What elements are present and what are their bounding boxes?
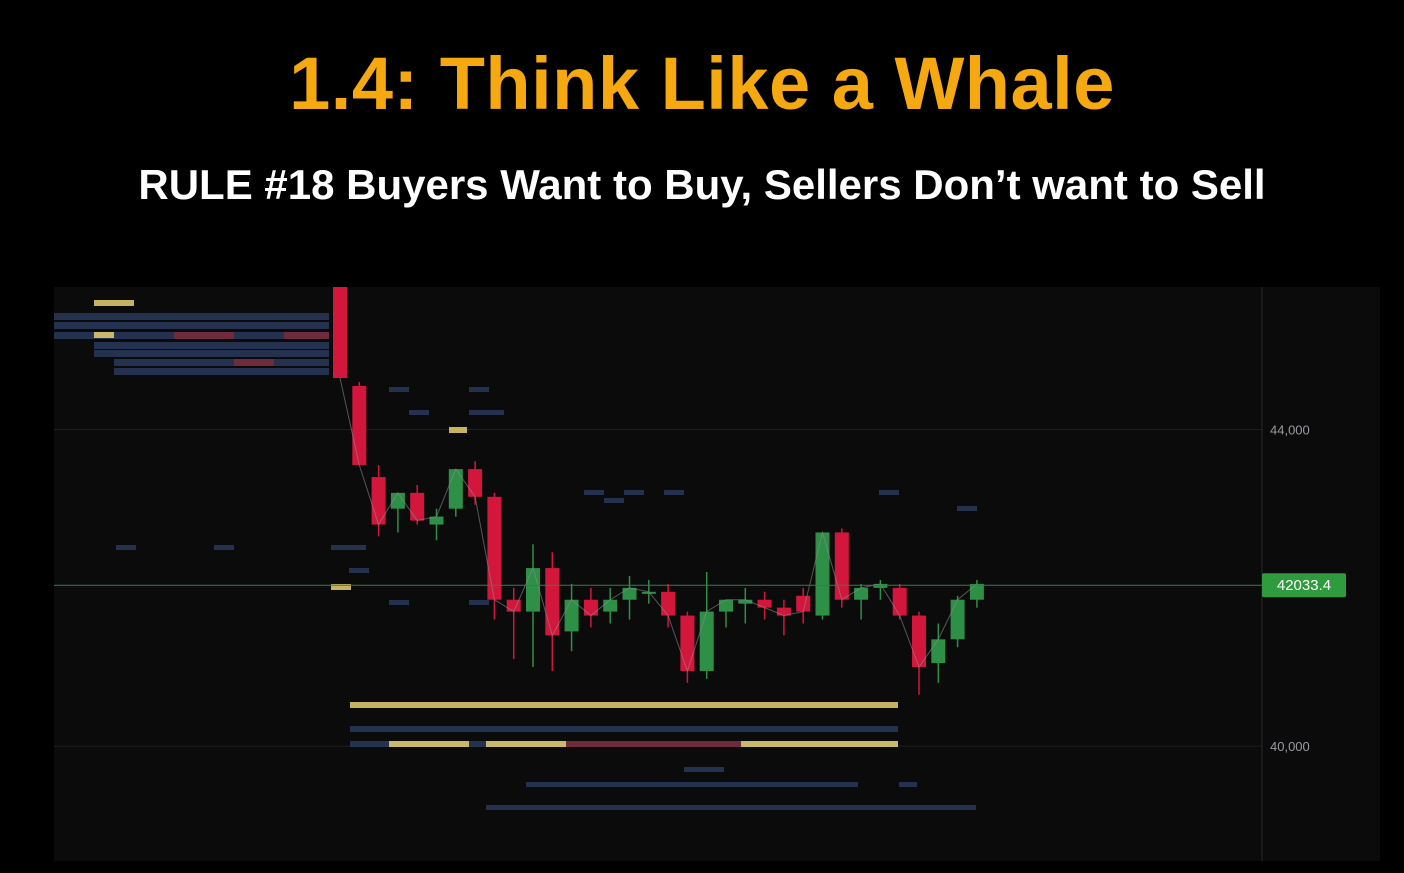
candle-body <box>564 599 579 632</box>
candle-body <box>796 595 811 612</box>
heatmap-bar <box>94 300 134 306</box>
chart-svg: 44,000 40,000 42033.4 <box>54 287 1346 861</box>
candle-body <box>699 611 714 671</box>
heatmap-bar <box>54 313 329 320</box>
heatmap-bar <box>174 332 234 339</box>
heatmap-bar <box>331 545 366 550</box>
candle-body <box>333 287 347 379</box>
heatmap-bar <box>566 741 741 747</box>
y-tick-label: 44,000 <box>1270 423 1310 438</box>
heatmap-bar <box>114 368 329 375</box>
heatmap-bar <box>409 410 429 415</box>
heatmap-bar <box>350 726 898 732</box>
heatmap-bar <box>54 322 329 329</box>
heatmap-bar <box>526 782 858 787</box>
heatmap-bar <box>389 741 469 747</box>
heatmap-bar <box>389 600 409 605</box>
heatmap-bar <box>284 332 329 339</box>
heatmap-bar <box>741 741 898 747</box>
heatmap-bar <box>486 741 566 747</box>
heatmap-bar <box>584 490 604 495</box>
heatmap-bar <box>114 359 329 366</box>
heatmap-bar <box>469 387 489 392</box>
heatmap-bar <box>234 359 274 366</box>
slide-subtitle: RULE #18 Buyers Want to Buy, Sellers Don… <box>138 161 1266 208</box>
slide-title: 1.4: Think Like a Whale <box>289 42 1115 125</box>
candle-body <box>680 615 695 671</box>
candle-body <box>661 591 676 616</box>
heatmap-bar <box>486 805 976 810</box>
candle-body <box>969 583 984 600</box>
candle-body <box>719 599 733 612</box>
heatmap-bar <box>604 498 624 503</box>
heatmap-bar <box>350 702 898 708</box>
candle-body <box>448 469 463 509</box>
heatmap-bar <box>664 490 684 495</box>
candle-body <box>892 587 907 616</box>
candle-body <box>622 587 637 600</box>
current-price-label: 42033.4 <box>1277 577 1331 594</box>
candle-body <box>526 568 540 612</box>
heatmap-bar <box>899 782 917 787</box>
heatmap-bar <box>469 600 489 605</box>
heatmap-bar <box>389 387 409 392</box>
heatmap-bar <box>957 506 977 511</box>
heatmap-bar <box>94 350 329 357</box>
candle-body <box>410 492 425 521</box>
candle-body <box>468 469 483 497</box>
heatmap-bar <box>469 410 504 415</box>
heatmap-bar <box>94 342 329 349</box>
y-tick-label: 40,000 <box>1270 739 1310 754</box>
heatmap-bar <box>684 767 724 772</box>
candle-body <box>931 639 946 664</box>
heatmap-bar <box>449 427 467 433</box>
candle-body <box>854 587 869 600</box>
heatmap-bar <box>214 545 234 550</box>
heatmap-bar <box>116 545 136 550</box>
candle-body <box>583 599 598 616</box>
heatmap-bar <box>879 490 899 495</box>
candle-body <box>815 532 830 616</box>
candle-body <box>603 599 618 612</box>
current-price-layer: 42033.4 <box>54 573 1346 598</box>
candle-body <box>352 385 367 466</box>
grid-layer <box>54 429 1262 747</box>
candle-body <box>950 599 965 640</box>
heatmap-bar <box>624 490 644 495</box>
price-chart: 44,000 40,000 42033.4 <box>54 287 1380 861</box>
candle-body <box>487 496 502 600</box>
candle-body <box>834 532 849 600</box>
heatmap-bar <box>94 332 114 338</box>
heatmap-bar <box>349 568 369 573</box>
candle-body <box>757 599 772 608</box>
